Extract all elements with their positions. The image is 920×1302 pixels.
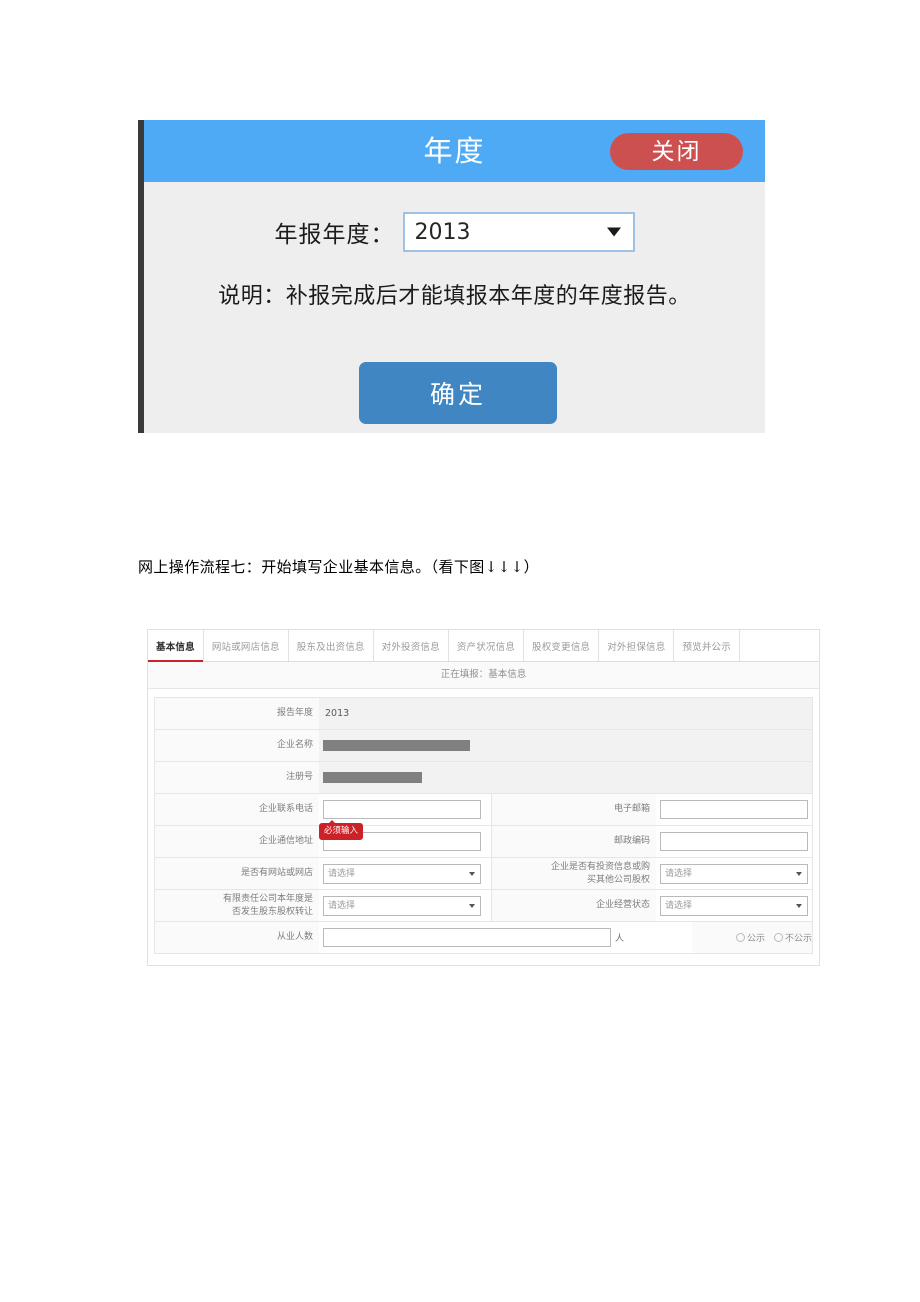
table-row-equity-operating: 有限责任公司本年度是 否发生股东股权转让 请选择 企业经营状态 请选择 — [155, 890, 812, 922]
tab-shareholder-info[interactable]: 股东及出资信息 — [289, 630, 374, 661]
has-website-select-value: 请选择 — [328, 868, 356, 879]
column-left-phone: 企业联系电话 — [155, 794, 492, 825]
column-right-operating-status: 企业经营状态 请选择 — [492, 890, 812, 921]
radio-public-dot-icon — [735, 933, 745, 942]
chevron-down-icon — [796, 871, 802, 876]
chevron-down-icon — [469, 903, 475, 908]
redacted-company-name — [323, 740, 470, 751]
column-right-postcode: 邮政编码 — [492, 826, 812, 857]
field-operating-status: 请选择 — [656, 890, 812, 921]
employees-unit-label: 人 — [615, 934, 625, 944]
field-has-investment: 请选择 — [656, 858, 812, 889]
field-registration-no — [319, 762, 812, 793]
annual-report-form-screenshot: 基本信息 网站或网店信息 股东及出资信息 对外投资信息 资产状况信息 股权变更信… — [147, 629, 820, 966]
year-selection-row: 年报年度： 2013 — [144, 210, 765, 254]
confirm-button[interactable]: 确定 — [359, 362, 557, 424]
label-equity-transfer-line1: 有限责任公司本年度是 — [222, 894, 313, 905]
email-input[interactable] — [660, 800, 808, 819]
tab-bar: 基本信息 网站或网店信息 股东及出资信息 对外投资信息 资产状况信息 股权变更信… — [148, 630, 819, 662]
field-employees: 人 — [319, 922, 692, 953]
label-equity-transfer-line2: 否发生股东股权转让 — [231, 906, 313, 917]
postcode-input[interactable] — [660, 832, 808, 851]
radio-private[interactable]: 不公示 — [773, 931, 812, 944]
redacted-registration-no — [323, 772, 422, 783]
chevron-down-icon — [796, 903, 802, 908]
field-company-name — [319, 730, 812, 761]
filing-status-text: 正在填报：基本信息 — [148, 662, 819, 689]
radio-private-label: 不公示 — [784, 934, 812, 944]
dialog-note: 说明：补报完成后才能填报本年度的年度报告。 — [218, 284, 691, 309]
table-row-registration-no: 注册号 — [155, 762, 812, 794]
operating-status-select[interactable]: 请选择 — [660, 895, 808, 916]
column-right-has-investment: 企业是否有投资信息或购 买其他公司股权 请选择 — [492, 858, 812, 889]
column-left-address: 企业通信地址 必须输入 — [155, 820, 492, 857]
year-select-value: 2013 — [414, 220, 471, 245]
label-has-website: 是否有网站或网店 — [240, 868, 313, 879]
publicity-radio-cell: 公示 不公示 — [692, 922, 812, 953]
table-row-phone-email: 企业联系电话 电子邮箱 — [155, 794, 812, 826]
field-address: 必须输入 — [319, 820, 491, 857]
table-row-website-investment: 是否有网站或网店 请选择 企业是否有投资信息或购 买其他公司股权 请选择 — [155, 858, 812, 890]
label-equity-transfer: 有限责任公司本年度是 否发生股东股权转让 — [155, 890, 319, 921]
table-row-employees: 从业人数 人 公示 不公示 — [155, 922, 812, 954]
tab-preview-publish[interactable]: 预览并公示 — [674, 630, 740, 661]
has-website-select[interactable]: 请选择 — [323, 863, 481, 884]
chevron-down-icon — [469, 871, 475, 876]
label-registration-no: 注册号 — [285, 772, 313, 783]
tab-external-investment[interactable]: 对外投资信息 — [374, 630, 449, 661]
table-row-company-name: 企业名称 — [155, 730, 812, 762]
table-row-address-postcode: 企业通信地址 必须输入 邮政编码 — [155, 820, 812, 858]
label-employees: 从业人数 — [276, 932, 313, 943]
label-address: 企业通信地址 — [258, 836, 313, 847]
label-email: 电子邮箱 — [613, 804, 650, 815]
publicity-radio-group: 公示 不公示 — [692, 931, 812, 944]
equity-transfer-select-value: 请选择 — [328, 900, 356, 911]
year-dialog-screenshot: 年度 关闭 年报年度： 2013 说明：补报完成后才能填报本年度的年度报告。 确… — [138, 120, 765, 433]
close-button[interactable]: 关闭 — [610, 133, 743, 170]
field-postcode — [656, 826, 812, 857]
equity-transfer-select[interactable]: 请选择 — [323, 895, 481, 916]
value-report-year: 2013 — [325, 708, 350, 719]
column-left-equity-transfer: 有限责任公司本年度是 否发生股东股权转让 请选择 — [155, 890, 492, 921]
field-report-year: 2013 — [319, 698, 812, 729]
radio-public-label: 公示 — [746, 934, 765, 944]
tab-external-guarantee[interactable]: 对外担保信息 — [599, 630, 675, 661]
radio-public[interactable]: 公示 — [735, 931, 765, 944]
caption-text: 网上操作流程七：开始填写企业基本信息。（看下图↓↓↓） — [138, 558, 540, 576]
label-report-year: 报告年度 — [276, 708, 313, 719]
label-has-investment: 企业是否有投资信息或购 买其他公司股权 — [492, 858, 656, 889]
column-left-has-website: 是否有网站或网店 请选择 — [155, 858, 492, 889]
operating-status-select-value: 请选择 — [665, 900, 693, 911]
radio-private-dot-icon — [773, 933, 783, 942]
field-equity-transfer: 请选择 — [319, 890, 491, 921]
label-has-investment-line1: 企业是否有投资信息或购 — [550, 862, 650, 873]
tab-bar-filler — [740, 630, 819, 661]
table-row-report-year: 报告年度 2013 — [155, 698, 812, 730]
year-select[interactable]: 2013 — [402, 212, 635, 252]
has-investment-select-value: 请选择 — [665, 868, 693, 879]
tab-asset-status[interactable]: 资产状况信息 — [449, 630, 525, 661]
phone-input[interactable] — [323, 800, 481, 819]
label-company-name: 企业名称 — [276, 740, 313, 751]
tab-equity-change[interactable]: 股权变更信息 — [524, 630, 600, 661]
column-right-email: 电子邮箱 — [492, 794, 812, 825]
tab-basic-info[interactable]: 基本信息 — [148, 630, 204, 662]
field-email — [656, 794, 812, 825]
label-has-investment-line2: 买其他公司股权 — [586, 874, 650, 885]
label-operating-status: 企业经营状态 — [595, 900, 650, 911]
label-postcode: 邮政编码 — [613, 836, 650, 847]
employees-input[interactable] — [323, 928, 611, 947]
year-field-label: 年报年度： — [274, 222, 395, 248]
dialog-header: 年度 关闭 — [144, 120, 765, 182]
tab-website-info[interactable]: 网站或网店信息 — [204, 630, 289, 661]
required-tooltip: 必须输入 — [319, 820, 364, 840]
label-phone: 企业联系电话 — [258, 804, 313, 815]
field-phone — [319, 794, 491, 825]
has-investment-select[interactable]: 请选择 — [660, 863, 808, 884]
chevron-down-icon — [606, 227, 621, 237]
basic-info-table: 报告年度 2013 企业名称 注册号 企业联系电话 电子邮箱 企业通信地址 必须… — [154, 697, 813, 954]
field-has-website: 请选择 — [319, 858, 491, 889]
